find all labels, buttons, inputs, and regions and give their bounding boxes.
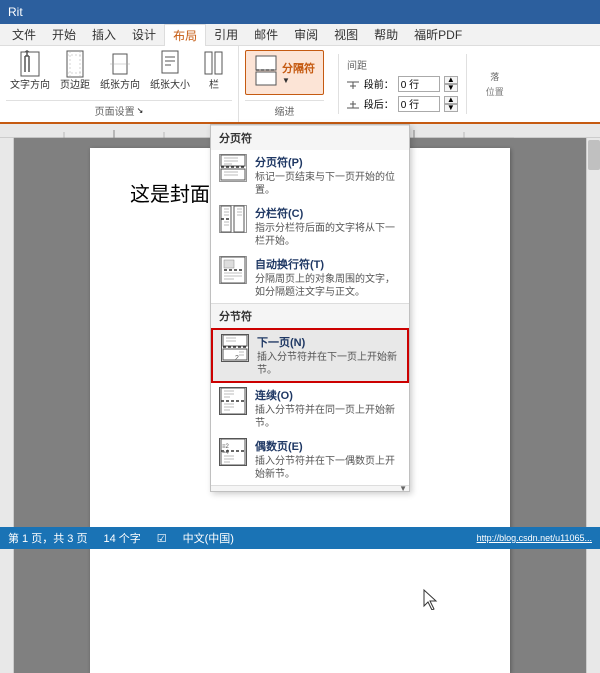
margins-icon [63, 52, 87, 76]
spacing-before-down[interactable]: ▼ [444, 84, 458, 92]
menu-help[interactable]: 帮助 [366, 24, 406, 45]
dropdown-item-col-break[interactable]: 分栏符(C) 指示分栏符后面的文字将从下一栏开始。 [211, 201, 409, 252]
auto-break-text: 自动换行符(T) 分隔周页上的对象周围的文字，如分隔题注文字与正文。 [255, 256, 401, 299]
breaks-dropdown-menu: 分页符 分页符(P) 标记一页结束与下一页开始的位置。 [210, 124, 410, 492]
spacing-before-spinners: ▲ ▼ [444, 76, 458, 92]
menu-insert[interactable]: 插入 [84, 24, 124, 45]
status-chars: 14 个字 [103, 530, 140, 546]
even-page-icon: ≡2 =4 [219, 438, 247, 466]
spacing-before-label: 段前： [347, 76, 394, 91]
continuous-desc: 插入分节符并在同一页上开始新节。 [255, 404, 401, 430]
menu-layout[interactable]: 布局 [164, 24, 206, 46]
status-page: 第 1 页，共 3 页 [8, 530, 87, 546]
spacing-after-label: 段后： [347, 96, 394, 111]
breaks-group: 分隔符 ▼ 缩进 [239, 46, 330, 122]
spacing-after-down[interactable]: ▼ [444, 104, 458, 112]
paper-size-button[interactable]: 纸张大小 [146, 50, 194, 93]
even-page-title: 偶数页(E) [255, 438, 401, 454]
orientation-icon [108, 52, 132, 76]
col-break-title: 分栏符(C) [255, 205, 401, 221]
page-break-icon [219, 154, 247, 182]
breaks-dropdown-arrow: ▼ [282, 76, 290, 85]
status-link: http://blog.csdn.net/u11065... [477, 533, 592, 543]
breaks-button[interactable]: 分隔符 ▼ [245, 50, 324, 95]
cursor-area [422, 588, 440, 613]
orientation-button[interactable]: 纸张方向 [96, 50, 144, 93]
spacing-before-input[interactable]: 0 行 [398, 76, 440, 92]
dropdown-item-page-break[interactable]: 分页符(P) 标记一页结束与下一页开始的位置。 [211, 150, 409, 201]
menu-foxit[interactable]: 福昕PDF [406, 24, 470, 45]
columns-icon [202, 52, 226, 76]
svg-text:2: 2 [235, 355, 239, 362]
spacing-after-row: 段后： 0 行 ▲ ▼ [347, 96, 458, 112]
ribbon-spacing-area: 间距 段前： 0 行 ▲ ▼ [330, 46, 600, 122]
even-page-desc: 插入分节符并在下一偶数页上开始新节。 [255, 455, 401, 481]
next-page-text: 下一页(N) 插入分节符并在下一页上开始新节。 [257, 334, 399, 377]
col-break-icon [219, 205, 247, 233]
ribbon: 文字方向 页边距 [0, 46, 600, 124]
page-break-text: 分页符(P) 标记一页结束与下一页开始的位置。 [255, 154, 401, 197]
dropdown-item-even-page[interactable]: ≡2 =4 偶数页(E) 插入分节符并在下一偶数页上开始新节。 [211, 434, 409, 485]
continuous-title: 连续(O) [255, 387, 401, 403]
scroll-thumb[interactable] [588, 140, 600, 170]
continuous-icon [219, 387, 247, 415]
auto-break-title: 自动换行符(T) [255, 256, 401, 272]
ribbon-group-page-setup: 文字方向 页边距 [0, 46, 239, 122]
spacing-before-row: 段前： 0 行 ▲ ▼ [347, 76, 458, 92]
status-check-icon: ☑ [157, 532, 167, 545]
paper-size-icon [158, 52, 182, 76]
page-break-section-title: 分页符 [211, 125, 409, 150]
menu-view[interactable]: 视图 [326, 24, 366, 45]
auto-break-icon [219, 256, 247, 284]
columns-button[interactable]: 栏 [196, 50, 232, 93]
orientation-label: 纸张方向 [100, 76, 140, 91]
dropdown-scroll-indicator: ▼ [399, 484, 407, 493]
menu-references[interactable]: 引用 [206, 24, 246, 45]
spacing-after-input[interactable]: 0 行 [398, 96, 440, 112]
breaks-icon [254, 55, 278, 90]
spacing-after-spinners: ▲ ▼ [444, 96, 458, 112]
dropdown-item-next-page[interactable]: 2 下一页(N) 插入分节符并在下一页上开始新节。 [211, 328, 409, 383]
auto-break-desc: 分隔周页上的对象周围的文字，如分隔题注文字与正文。 [255, 273, 401, 299]
section-break-section-title: 分节符 [211, 303, 409, 328]
margins-label: 页边距 [60, 76, 90, 91]
next-page-icon: 2 [221, 334, 249, 362]
text-direction-label: 文字方向 [10, 76, 50, 91]
ruler-side [0, 138, 14, 673]
next-page-desc: 插入分节符并在下一页上开始新节。 [257, 351, 399, 377]
menu-mail[interactable]: 邮件 [246, 24, 286, 45]
page-break-desc: 标记一页结束与下一页开始的位置。 [255, 171, 401, 197]
menu-bar: 文件 开始 插入 设计 布局 引用 邮件 审阅 视图 帮助 福昕PDF [0, 24, 600, 46]
status-lang: 中文(中国) [183, 530, 234, 546]
arrange-placeholder: 落 [490, 70, 499, 83]
title-text: Rit [8, 5, 23, 19]
ribbon-buttons: 文字方向 页边距 [6, 50, 232, 93]
col-break-desc: 指示分栏符后面的文字将从下一栏开始。 [255, 222, 401, 248]
page-setup-expand-icon[interactable]: ↘ [137, 106, 144, 115]
paper-size-label: 纸张大小 [150, 76, 190, 91]
menu-review[interactable]: 审阅 [286, 24, 326, 45]
next-page-title: 下一页(N) [257, 334, 399, 350]
status-right: http://blog.csdn.net/u11065... [477, 533, 592, 543]
menu-home[interactable]: 开始 [44, 24, 84, 45]
page-break-title: 分页符(P) [255, 154, 401, 170]
columns-label: 栏 [209, 76, 219, 91]
status-bar: 第 1 页，共 3 页 14 个字 ☑ 中文(中国) http://blog.c… [0, 527, 600, 549]
position-label: 位置 [486, 85, 504, 98]
even-page-text: 偶数页(E) 插入分节符并在下一偶数页上开始新节。 [255, 438, 401, 481]
menu-design[interactable]: 设计 [124, 24, 164, 45]
dropdown-item-continuous[interactable]: 连续(O) 插入分节符并在同一页上开始新节。 [211, 383, 409, 434]
page-setup-group-label: 页面设置 [95, 103, 135, 118]
scroll-bar[interactable] [586, 138, 600, 673]
col-break-text: 分栏符(C) 指示分栏符后面的文字将从下一栏开始。 [255, 205, 401, 248]
text-direction-icon [18, 52, 42, 76]
continuous-text: 连续(O) 插入分节符并在同一页上开始新节。 [255, 387, 401, 430]
text-direction-button[interactable]: 文字方向 [6, 50, 54, 93]
indent-label: 缩进 [275, 103, 295, 118]
dropdown-item-auto-break[interactable]: 自动换行符(T) 分隔周页上的对象周围的文字，如分隔题注文字与正文。 [211, 252, 409, 303]
menu-file[interactable]: 文件 [4, 24, 44, 45]
title-bar: Rit [0, 0, 600, 24]
margins-button[interactable]: 页边距 [56, 50, 94, 93]
breaks-label: 分隔符 [282, 60, 315, 76]
